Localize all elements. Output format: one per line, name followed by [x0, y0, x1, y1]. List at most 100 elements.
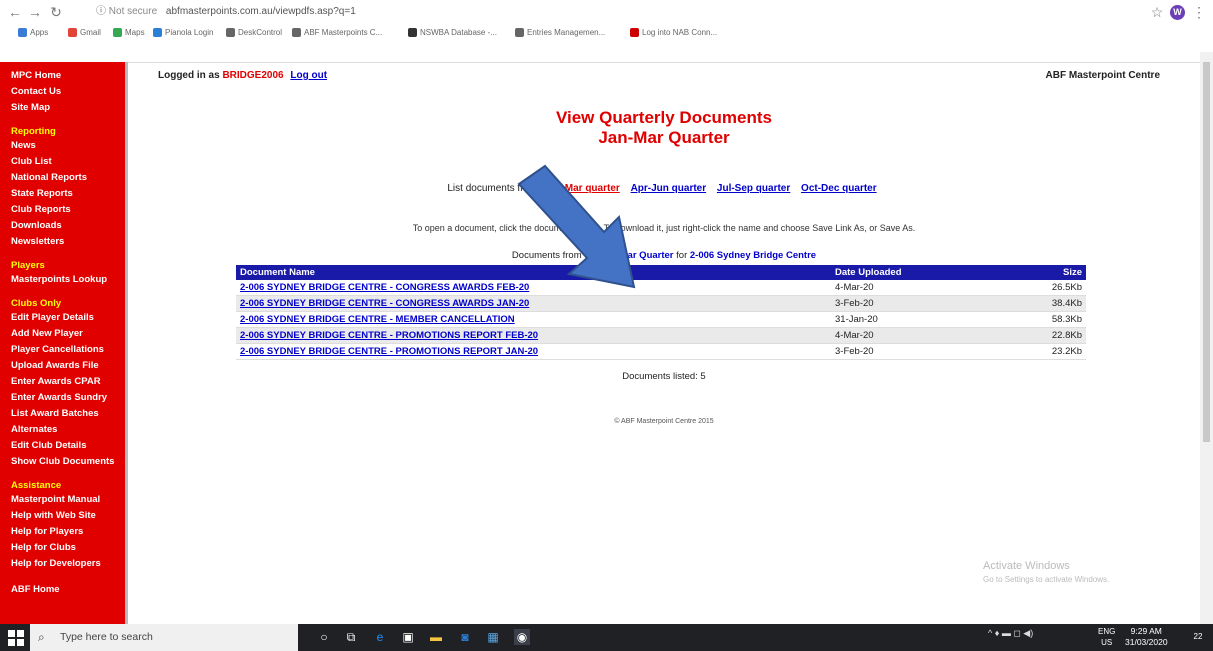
annotation-arrow-icon	[517, 164, 636, 289]
username: BRIDGE2006	[222, 70, 284, 81]
sidebar-item-club-list[interactable]: Club List	[0, 154, 125, 170]
document-date: 3-Feb-20	[831, 343, 1018, 360]
table-row: 2-006 SYDNEY BRIDGE CENTRE - PROMOTIONS …	[236, 343, 1086, 360]
quarter-link-oct-dec[interactable]: Oct-Dec quarter	[801, 183, 877, 194]
sidebar-section-assistance: Assistance	[11, 480, 62, 491]
language-indicator[interactable]: ENG US	[1098, 626, 1115, 648]
documents-count: Documents listed: 5	[622, 371, 706, 382]
page-title-line2: Jan-Mar Quarter	[598, 128, 730, 147]
bookmark-maps[interactable]: Maps	[113, 25, 145, 41]
site-title: ABF Masterpoint Centre	[1045, 70, 1160, 81]
store-icon[interactable]: ▣	[400, 629, 416, 645]
logged-in-label: Logged in as	[158, 70, 220, 81]
sidebar-item-news[interactable]: News	[0, 138, 125, 154]
forward-icon[interactable]: →	[26, 3, 44, 21]
bookmark-entries[interactable]: Entries Managemen...	[515, 25, 605, 41]
sidebar-item-add-new-player[interactable]: Add New Player	[0, 326, 125, 342]
copyright: © ABF Masterpoint Centre 2015	[614, 418, 714, 425]
outlook-icon[interactable]: ◙	[457, 629, 473, 645]
browser-chrome: ← → ↻ ⓘ Not secure abfmasterpoints.com.a…	[0, 0, 1213, 63]
profile-avatar[interactable]: W	[1170, 5, 1185, 20]
bookmark-apps[interactable]: Apps	[18, 25, 48, 41]
sidebar-item-help-clubs[interactable]: Help for Clubs	[0, 540, 125, 556]
sidebar-item-state-reports[interactable]: State Reports	[0, 186, 125, 202]
address-bar[interactable]: ⓘ Not secure abfmasterpoints.com.au/view…	[96, 3, 356, 21]
page-title-line1: View Quarterly Documents	[555, 108, 773, 127]
sidebar-item-help-players[interactable]: Help for Players	[0, 524, 125, 540]
quarter-link-jul-sep[interactable]: Jul-Sep quarter	[717, 183, 790, 194]
bookmark-abf[interactable]: ABF Masterpoints C...	[292, 25, 382, 41]
bookmark-deskcontrol[interactable]: DeskControl	[226, 25, 282, 41]
task-view-icon[interactable]: ⧉	[343, 629, 359, 645]
lang-code: ENG	[1098, 627, 1116, 636]
document-link[interactable]: 2-006 SYDNEY BRIDGE CENTRE - PROMOTIONS …	[236, 327, 831, 344]
sidebar-item-contact-us[interactable]: Contact Us	[0, 84, 125, 100]
sidebar-item-enter-awards-cpar[interactable]: Enter Awards CPAR	[0, 374, 125, 390]
document-link[interactable]: 2-006 SYDNEY BRIDGE CENTRE - PROMOTIONS …	[236, 343, 831, 360]
bookmark-nswba[interactable]: NSWBA Database -...	[408, 25, 497, 41]
document-size: 23.2Kb	[1018, 343, 1086, 360]
table-row: 2-006 SYDNEY BRIDGE CENTRE - CONGRESS AW…	[236, 295, 1086, 312]
info-icon: ⓘ	[96, 6, 106, 17]
main-content: Logged in as BRIDGE2006 Log out ABF Mast…	[131, 62, 1197, 624]
sidebar-item-alternates[interactable]: Alternates	[0, 422, 125, 438]
clock-date: 31/03/2020	[1125, 637, 1168, 647]
sidebar-item-national-reports[interactable]: National Reports	[0, 170, 125, 186]
notifications-icon[interactable]: 22	[1190, 629, 1206, 645]
sidebar-item-enter-awards-sundry[interactable]: Enter Awards Sundry	[0, 390, 125, 406]
document-size: 58.3Kb	[1018, 311, 1086, 328]
document-link[interactable]: 2-006 SYDNEY BRIDGE CENTRE - MEMBER CANC…	[236, 311, 831, 328]
sidebar-item-club-reports[interactable]: Club Reports	[0, 202, 125, 218]
sidebar-item-player-cancellations[interactable]: Player Cancellations	[0, 342, 125, 358]
sidebar-item-help-web-site[interactable]: Help with Web Site	[0, 508, 125, 524]
system-tray[interactable]: ^ ♦ ▬ ◻ ◀)	[988, 628, 1033, 639]
back-icon[interactable]: ←	[6, 3, 24, 21]
menu-icon[interactable]: ⋮	[1190, 3, 1208, 21]
sidebar-item-downloads[interactable]: Downloads	[0, 218, 125, 234]
sidebar-item-masterpoint-manual[interactable]: Masterpoint Manual	[0, 492, 125, 508]
file-explorer-icon[interactable]: ▬	[428, 629, 444, 645]
bookmark-pianola[interactable]: Pianola Login	[153, 25, 213, 41]
security-label: Not secure	[108, 6, 158, 17]
edge-icon[interactable]: e	[372, 629, 388, 645]
sidebar-item-abf-home[interactable]: ABF Home	[0, 582, 125, 598]
scrollbar-thumb[interactable]	[1203, 62, 1210, 442]
sidebar-item-masterpoints-lookup[interactable]: Masterpoints Lookup	[0, 272, 125, 288]
sidebar-section-clubs-only: Clubs Only	[11, 298, 62, 309]
bookmark-nab[interactable]: Log into NAB Conn...	[630, 25, 717, 41]
sidebar-item-newsletters[interactable]: Newsletters	[0, 234, 125, 250]
sidebar-item-edit-player-details[interactable]: Edit Player Details	[0, 310, 125, 326]
table-row: 2-006 SYDNEY BRIDGE CENTRE - MEMBER CANC…	[236, 311, 1086, 328]
search-icon: ⌕	[38, 630, 45, 644]
clock[interactable]: 9:29 AM 31/03/2020	[1125, 626, 1168, 648]
document-date: 31-Jan-20	[831, 311, 1018, 328]
taskbar-search[interactable]: ⌕ Type here to search	[30, 624, 298, 651]
url-text: abfmasterpoints.com.au/viewpdfs.asp?q=1	[165, 6, 356, 17]
sidebar-item-help-developers[interactable]: Help for Developers	[0, 556, 125, 572]
star-icon[interactable]: ☆	[1148, 3, 1166, 21]
cortana-icon[interactable]: ○	[316, 629, 332, 645]
windows-taskbar: ⌕ Type here to search ○ ⧉ e ▣ ▬ ◙ ▦ ◉ ^ …	[0, 624, 1213, 651]
document-link[interactable]: 2-006 SYDNEY BRIDGE CENTRE - CONGRESS AW…	[236, 295, 831, 312]
document-date: 4-Mar-20	[831, 327, 1018, 344]
windows-start-icon[interactable]	[8, 630, 24, 646]
sidebar-nav: MPC Home Contact Us Site Map Reporting N…	[0, 62, 128, 624]
reload-icon[interactable]: ↻	[47, 3, 65, 21]
chrome-taskbar-icon[interactable]: ◉	[514, 629, 530, 645]
browser-toolbar: ← → ↻ ⓘ Not secure abfmasterpoints.com.a…	[0, 0, 1213, 24]
column-date-uploaded: Date Uploaded	[831, 265, 1018, 280]
document-size: 38.4Kb	[1018, 295, 1086, 312]
sidebar-item-upload-awards-file[interactable]: Upload Awards File	[0, 358, 125, 374]
sidebar-item-list-award-batches[interactable]: List Award Batches	[0, 406, 125, 422]
sidebar-item-site-map[interactable]: Site Map	[0, 100, 125, 116]
sidebar-item-edit-club-details[interactable]: Edit Club Details	[0, 438, 125, 454]
app-icon[interactable]: ▦	[485, 629, 501, 645]
page-scrollbar[interactable]	[1200, 52, 1213, 624]
sidebar-item-mpc-home[interactable]: MPC Home	[0, 68, 125, 84]
logout-link[interactable]: Log out	[290, 70, 327, 81]
clock-time: 9:29 AM	[1130, 626, 1162, 636]
bookmark-gmail[interactable]: Gmail	[68, 25, 101, 41]
column-size: Size	[1018, 265, 1086, 280]
sidebar-item-show-club-documents[interactable]: Show Club Documents	[0, 454, 125, 470]
documents-caption-club: 2-006 Sydney Bridge Centre	[689, 250, 817, 261]
